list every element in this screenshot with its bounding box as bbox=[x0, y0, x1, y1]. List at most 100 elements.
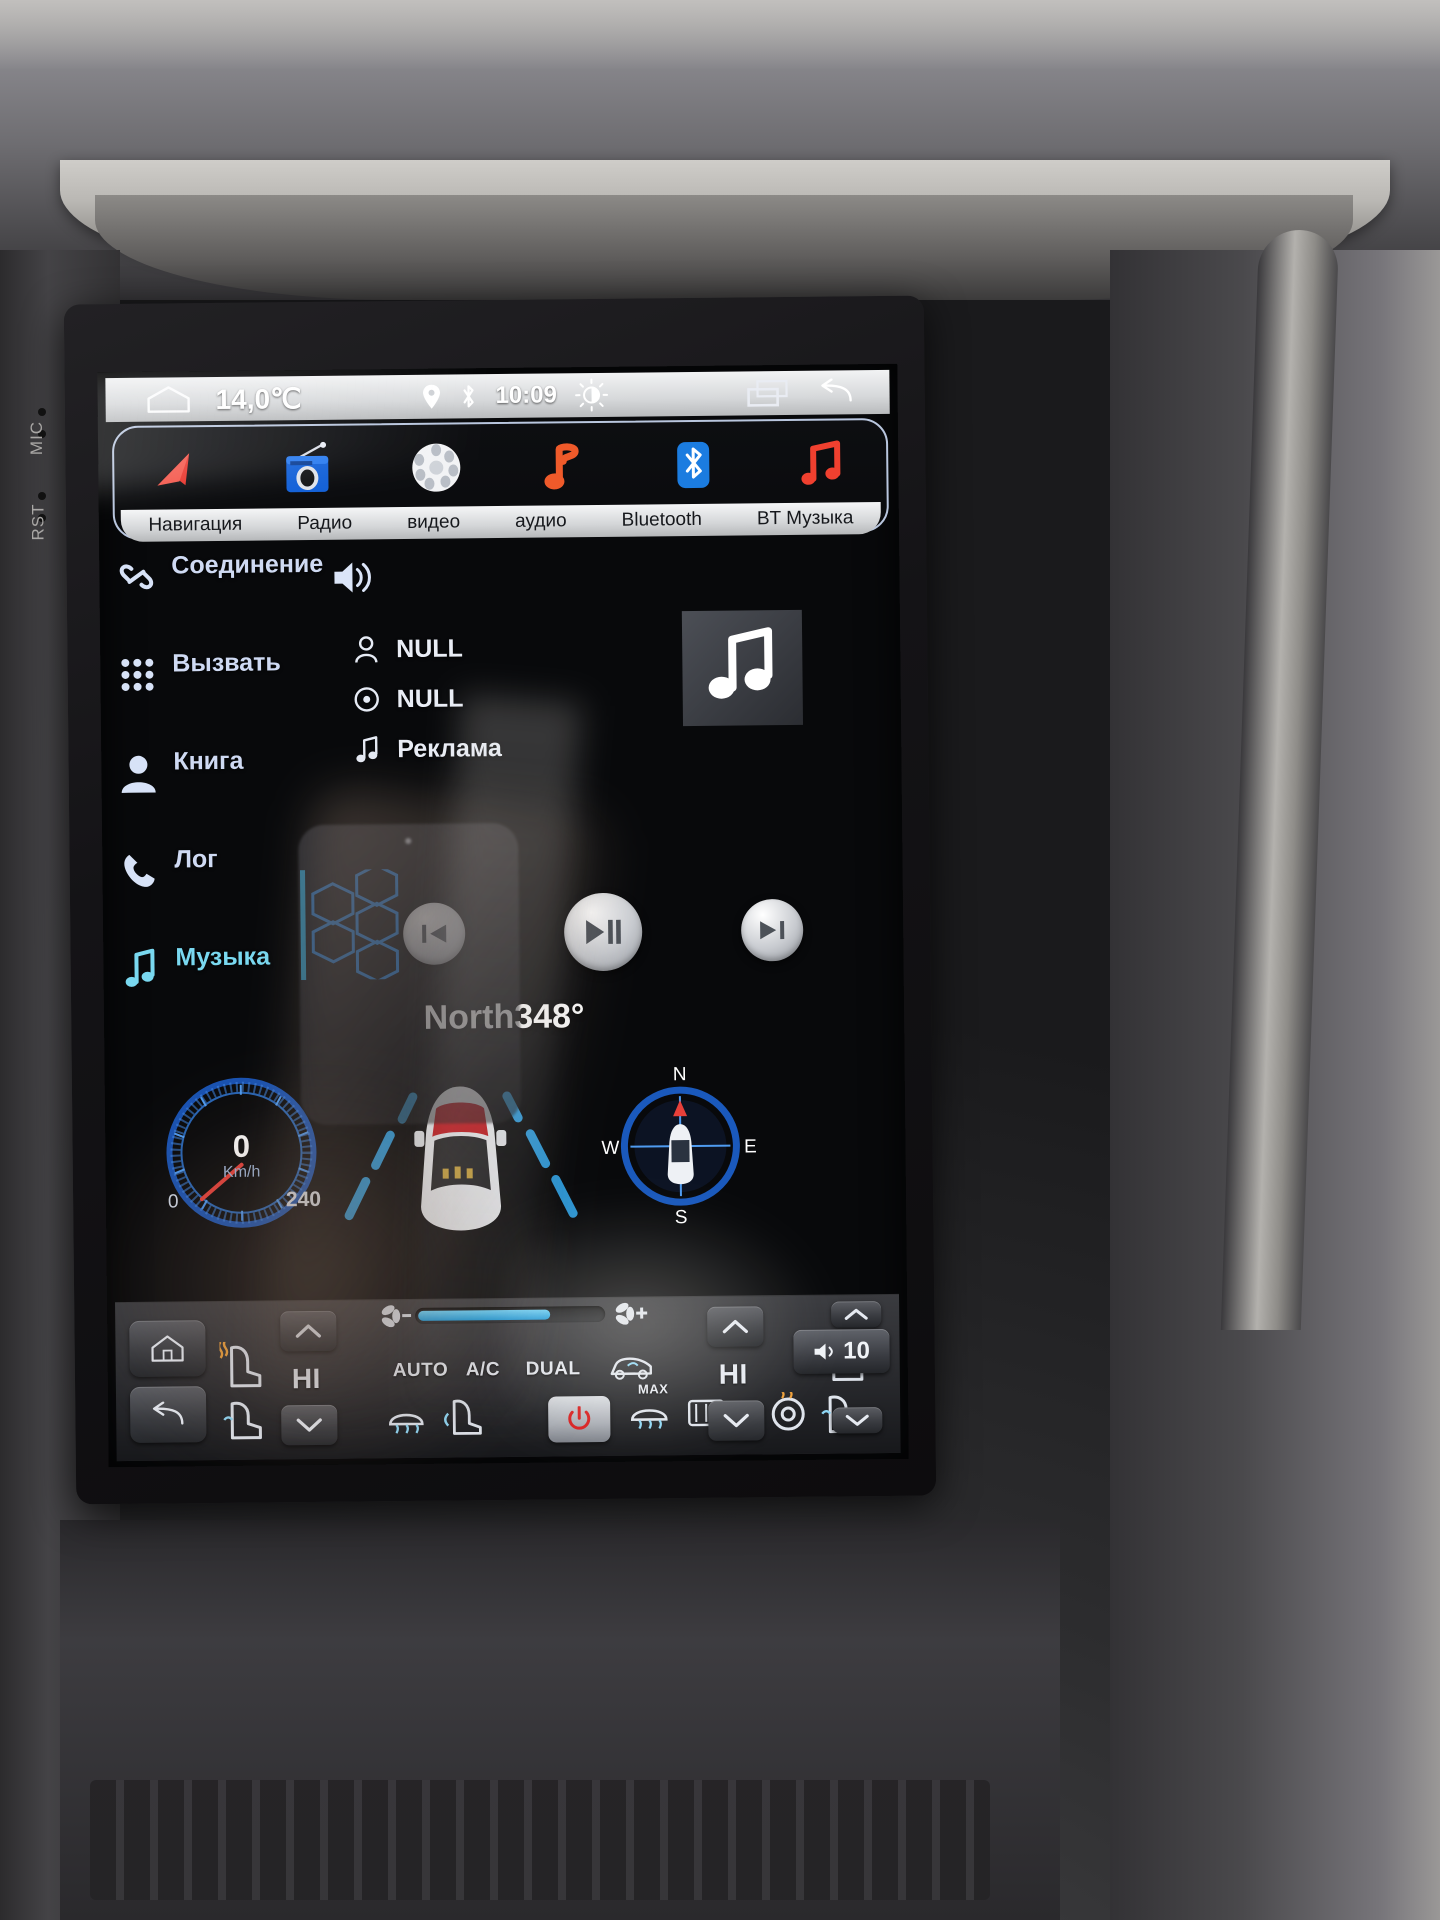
artist-icon bbox=[352, 635, 380, 663]
play-pause-icon bbox=[586, 919, 621, 945]
play-pause-button[interactable] bbox=[563, 892, 643, 972]
left-seat-heat-icon[interactable] bbox=[217, 1339, 264, 1397]
skip-previous-icon bbox=[422, 924, 447, 943]
back-arrow-icon bbox=[152, 1401, 184, 1425]
dock-label-audio: аудио bbox=[514, 510, 567, 532]
volume-icon bbox=[814, 1343, 833, 1360]
ac-button[interactable]: A/C bbox=[466, 1359, 500, 1381]
chevron-up-icon bbox=[295, 1324, 321, 1338]
speed-value: 0 bbox=[232, 1128, 251, 1164]
dock-item-audio[interactable] bbox=[533, 435, 596, 498]
chevron-down-icon bbox=[723, 1413, 749, 1428]
head-unit-screen[interactable]: 14,0℃ 10:09 Навигация Радио видео аудио … bbox=[97, 363, 909, 1468]
speaker-on-icon[interactable] bbox=[331, 557, 371, 597]
reset-hole bbox=[38, 492, 46, 500]
clock: 10:09 bbox=[495, 381, 558, 410]
speed-unit: Km/h bbox=[222, 1163, 261, 1181]
compass-widget: N E S W bbox=[601, 1065, 757, 1227]
sidebar-item-label: Соединение bbox=[171, 549, 324, 580]
dock-item-radio[interactable] bbox=[276, 438, 339, 501]
track-row-album: NULL bbox=[352, 671, 663, 724]
dock-label-video: видео bbox=[407, 511, 461, 533]
location-pin-icon bbox=[421, 384, 441, 410]
dock-item-bluetooth[interactable] bbox=[662, 434, 725, 497]
bluetooth-sidebar-menu: Соединение Вызвать Книга Лог Музыка bbox=[115, 550, 330, 1042]
left-temp-up-button[interactable] bbox=[280, 1310, 337, 1352]
sidebar-item-log[interactable]: Лог bbox=[118, 844, 329, 936]
sidebar-item-label: Лог bbox=[174, 844, 218, 874]
skip-previous-button[interactable] bbox=[402, 902, 466, 966]
dual-button[interactable]: DUAL bbox=[526, 1358, 581, 1381]
sidebar-item-dial[interactable]: Вызвать bbox=[116, 648, 327, 740]
front-defrost-icon[interactable] bbox=[386, 1400, 426, 1439]
left-temp-value[interactable]: HI bbox=[292, 1363, 321, 1395]
dock-icon-row bbox=[114, 428, 887, 506]
chevron-up-icon bbox=[722, 1319, 748, 1334]
track-metadata-list: NULL NULL Реклама bbox=[352, 621, 664, 774]
skip-next-button[interactable] bbox=[740, 898, 804, 962]
sidebar-item-label: Вызвать bbox=[172, 648, 281, 678]
sidebar-item-connection[interactable]: Соединение bbox=[115, 550, 326, 642]
climate-back-button[interactable] bbox=[129, 1386, 207, 1443]
compass-north-label: N bbox=[673, 1065, 687, 1085]
dock-label-bluetooth: Bluetooth bbox=[621, 508, 703, 531]
compass-west-label: W bbox=[601, 1138, 619, 1159]
max-defrost-icon[interactable] bbox=[628, 1397, 670, 1434]
music-note-icon bbox=[704, 625, 781, 711]
track-artist-value: NULL bbox=[396, 633, 463, 663]
dock-item-navigation[interactable] bbox=[147, 439, 210, 502]
power-icon bbox=[568, 1406, 591, 1430]
sidebar-item-label: Музыка bbox=[175, 942, 271, 972]
compass-south-label: S bbox=[675, 1207, 688, 1227]
right-temp-value[interactable]: HI bbox=[719, 1358, 748, 1390]
seat-airflow-icon[interactable] bbox=[438, 1395, 482, 1440]
recent-apps-icon[interactable] bbox=[745, 378, 789, 408]
sidebar-item-label: Книга bbox=[173, 746, 244, 776]
dock-label-bt-music: BT Музыка bbox=[756, 507, 854, 530]
fan-plus-icon bbox=[615, 1302, 648, 1325]
fan-minus-icon bbox=[381, 1305, 412, 1328]
speed-max-label: 240 bbox=[285, 1187, 322, 1212]
fan-decrease-button[interactable] bbox=[377, 1302, 412, 1335]
climate-power-button[interactable] bbox=[548, 1395, 611, 1443]
compass-east-label: E bbox=[744, 1136, 757, 1157]
fan-speed-slider-fill bbox=[418, 1309, 551, 1321]
fan-speed-slider[interactable] bbox=[415, 1305, 606, 1324]
track-album-value: NULL bbox=[396, 683, 464, 713]
left-temp-down-button[interactable] bbox=[281, 1404, 338, 1446]
mic-hole bbox=[38, 408, 46, 416]
brightness-icon[interactable] bbox=[575, 378, 609, 412]
right-temp-up-button[interactable] bbox=[707, 1306, 764, 1347]
home-icon[interactable] bbox=[145, 384, 191, 414]
music-note-icon bbox=[119, 948, 161, 990]
dock-item-video[interactable] bbox=[405, 436, 468, 499]
sidebar-item-phonebook[interactable]: Книга bbox=[117, 746, 328, 838]
dashboard-vent bbox=[90, 1780, 990, 1900]
outside-temperature: 14,0℃ bbox=[215, 382, 302, 415]
chevron-up-icon bbox=[844, 1308, 868, 1320]
heated-steering-wheel-icon[interactable] bbox=[768, 1390, 808, 1437]
app-shortcut-dock: Навигация Радио видео аудио Bluetooth BT… bbox=[111, 417, 890, 542]
equalizer-visualizer-icon bbox=[299, 863, 420, 983]
contact-person-icon bbox=[117, 752, 159, 794]
back-arrow-icon[interactable] bbox=[819, 378, 853, 406]
volume-up-button[interactable] bbox=[831, 1301, 882, 1328]
right-temp-down-button[interactable] bbox=[708, 1400, 765, 1441]
left-seat-vent-icon[interactable] bbox=[220, 1398, 265, 1447]
dock-item-bt-music[interactable] bbox=[791, 432, 854, 495]
chevron-down-icon bbox=[845, 1414, 869, 1426]
album-art bbox=[681, 609, 804, 727]
mic-label: MIC bbox=[27, 420, 47, 456]
dock-label-radio: Радио bbox=[297, 512, 353, 535]
volume-display[interactable]: 10 bbox=[793, 1328, 890, 1374]
dialpad-icon bbox=[116, 654, 158, 696]
track-note-icon bbox=[353, 735, 381, 763]
bluetooth-icon bbox=[459, 383, 477, 409]
home-icon bbox=[151, 1335, 184, 1362]
volume-down-button[interactable] bbox=[832, 1407, 883, 1434]
navigation-dashboard-widget: North348° 0 Km/h 0 240 N E S W bbox=[104, 994, 907, 1292]
fan-increase-button[interactable] bbox=[611, 1299, 649, 1332]
climate-home-button[interactable] bbox=[129, 1320, 206, 1377]
auto-button[interactable]: AUTO bbox=[393, 1360, 449, 1383]
phone-handset-icon bbox=[118, 850, 160, 892]
